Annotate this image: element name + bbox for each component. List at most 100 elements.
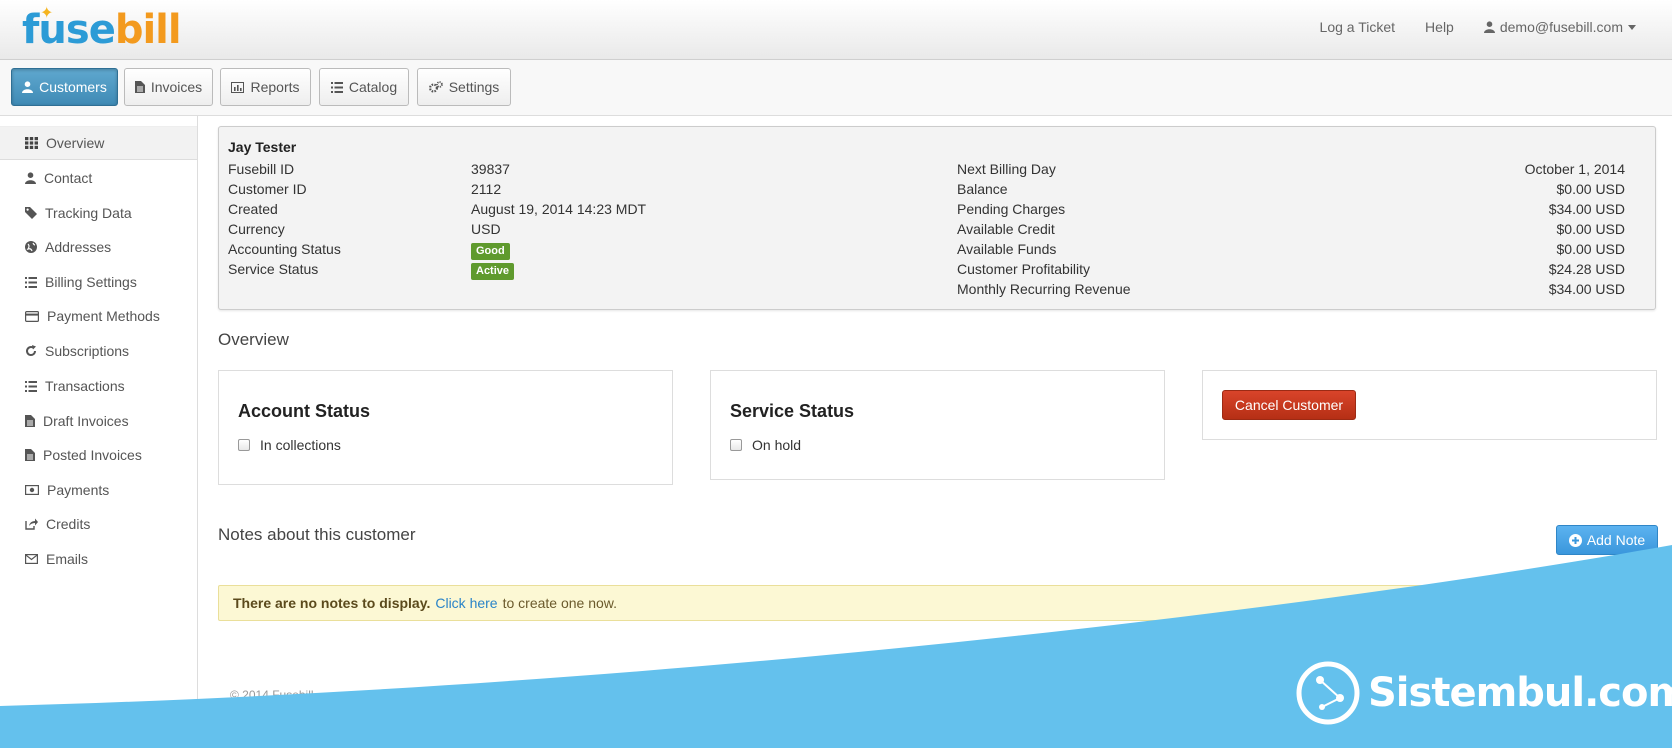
sidebar-item-credits[interactable]: Credits [0, 507, 197, 541]
mrr-value: $34.00 USD [1548, 281, 1625, 297]
field-label: Accounting Status [228, 241, 341, 257]
customer-sidebar: Overview Contact Tracking Data Addresses… [0, 116, 198, 748]
field-label: Fusebill ID [228, 161, 295, 177]
close-icon[interactable]: × [1634, 594, 1645, 612]
globe-icon [25, 241, 37, 253]
currency-value: USD [471, 221, 501, 237]
fusebill-logo[interactable]: ✦ fusebill [22, 5, 182, 53]
file-icon [25, 415, 35, 427]
envelope-icon [25, 554, 38, 564]
sidebar-item-posted-invoices[interactable]: Posted Invoices [0, 438, 197, 472]
field-label: Customer Profitability [957, 261, 1091, 277]
sidebar-item-label: Draft Invoices [43, 413, 129, 429]
user-email: demo@fusebill.com [1499, 19, 1623, 35]
checkbox-label: On hold [752, 437, 802, 453]
sidebar-item-label: Emails [46, 551, 89, 567]
user-menu[interactable]: demo@fusebill.com [1483, 19, 1636, 35]
notes-heading: Notes about this customer [218, 525, 416, 544]
sidebar-item-label: Credits [46, 516, 91, 532]
sidebar-item-billing-settings[interactable]: Billing Settings [0, 265, 197, 299]
bar-chart-icon [231, 81, 245, 93]
log-ticket-link[interactable]: Log a Ticket [1320, 19, 1396, 35]
field-label: Monthly Recurring Revenue [957, 281, 1131, 297]
sidebar-item-label: Addresses [45, 239, 112, 255]
cancel-customer-button[interactable]: Cancel Customer [1222, 390, 1356, 420]
file-icon [134, 81, 145, 93]
sidebar-item-contact[interactable]: Contact [0, 161, 197, 195]
spark-icon: ✦ [40, 5, 54, 22]
user-icon [1483, 21, 1495, 33]
sidebar-item-emails[interactable]: Emails [0, 542, 197, 576]
fusebill-id-value: 39837 [471, 161, 510, 177]
field-label: Available Credit [957, 221, 1055, 237]
sidebar-item-tracking-data[interactable]: Tracking Data [0, 196, 197, 230]
user-icon [22, 81, 34, 93]
field-label: Balance [957, 181, 1008, 197]
sidebar-item-label: Payments [47, 482, 110, 498]
customer-profitability-value: $24.28 USD [1548, 261, 1625, 277]
sidebar-item-draft-invoices[interactable]: Draft Invoices [0, 404, 197, 438]
refresh-icon [26, 345, 37, 357]
list-icon [25, 380, 37, 392]
sidebar-item-payment-methods[interactable]: Payment Methods [0, 299, 197, 333]
tag-icon [25, 207, 37, 219]
gears-icon [428, 81, 443, 93]
user-icon [25, 172, 36, 184]
sidebar-item-label: Payment Methods [47, 308, 160, 324]
sidebar-item-payments[interactable]: Payments [0, 473, 197, 507]
field-label: Available Funds [957, 241, 1057, 257]
list-icon [330, 81, 343, 93]
field-label: Customer ID [228, 181, 307, 197]
on-hold-checkbox[interactable]: On hold [730, 437, 801, 453]
logo-part-bill: bill [114, 7, 182, 53]
nav-reports-button[interactable]: Reports [220, 68, 311, 106]
top-links: Log a Ticket Help demo@fusebill.com [1320, 0, 1636, 54]
sidebar-item-transactions[interactable]: Transactions [0, 369, 197, 403]
sidebar-item-label: Subscriptions [45, 343, 130, 359]
nav-customers-button[interactable]: Customers [11, 68, 118, 106]
service-status-card: Service Status On hold [710, 370, 1165, 480]
create-note-link[interactable]: Click here [435, 595, 497, 611]
created-value: August 19, 2014 14:23 MDT [471, 201, 647, 217]
sidebar-item-overview[interactable]: Overview [0, 126, 197, 160]
checkbox-label: In collections [260, 437, 341, 453]
sidebar-item-label: Contact [44, 170, 93, 186]
caret-down-icon [1628, 24, 1636, 30]
footer-copyright: © 2014 Fusebill [230, 688, 314, 702]
overview-heading: Overview [218, 330, 289, 349]
field-label: Pending Charges [957, 201, 1066, 217]
in-collections-checkbox[interactable]: In collections [238, 437, 341, 453]
sidebar-item-label: Billing Settings [45, 274, 137, 290]
nav-invoices-button[interactable]: Invoices [124, 68, 213, 106]
pending-charges-value: $34.00 USD [1548, 201, 1625, 217]
next-billing-day-value: October 1, 2014 [1524, 161, 1625, 177]
share-icon [25, 518, 38, 530]
field-label: Created [228, 201, 278, 217]
customer-name: Jay Tester [228, 139, 297, 155]
sidebar-item-label: Posted Invoices [43, 447, 142, 463]
sidebar-item-subscriptions[interactable]: Subscriptions [0, 334, 197, 368]
alert-text: to create one now. [502, 595, 618, 611]
file-icon [25, 449, 35, 461]
customer-summary-panel: Jay Tester Fusebill ID 39837 Customer ID… [218, 126, 1656, 310]
watermark-logo-icon [1296, 661, 1360, 725]
sidebar-item-addresses[interactable]: Addresses [0, 230, 197, 264]
nav-settings-button[interactable]: Settings [417, 68, 511, 106]
field-label: Next Billing Day [957, 161, 1056, 177]
available-credit-value: $0.00 USD [1556, 221, 1625, 237]
add-note-button[interactable]: Add Note [1556, 525, 1658, 555]
logo-part-fuse: fuse [22, 7, 116, 53]
main-nav: Customers Invoices Reports Catalog Setti… [0, 60, 1672, 116]
checkbox-box[interactable] [730, 439, 742, 451]
checkbox-box[interactable] [238, 439, 250, 451]
list-icon [25, 276, 37, 288]
watermark-text: Sistembul.com [1368, 670, 1672, 716]
help-link[interactable]: Help [1425, 19, 1454, 35]
cancel-customer-card: Cancel Customer [1202, 370, 1657, 440]
nav-catalog-button[interactable]: Catalog [319, 68, 409, 106]
balance-value: $0.00 USD [1556, 181, 1625, 197]
service-status-badge: Active [471, 263, 515, 280]
sidebar-item-label: Tracking Data [45, 205, 132, 221]
sidebar-item-label: Transactions [45, 378, 125, 394]
field-label: Currency [228, 221, 285, 237]
